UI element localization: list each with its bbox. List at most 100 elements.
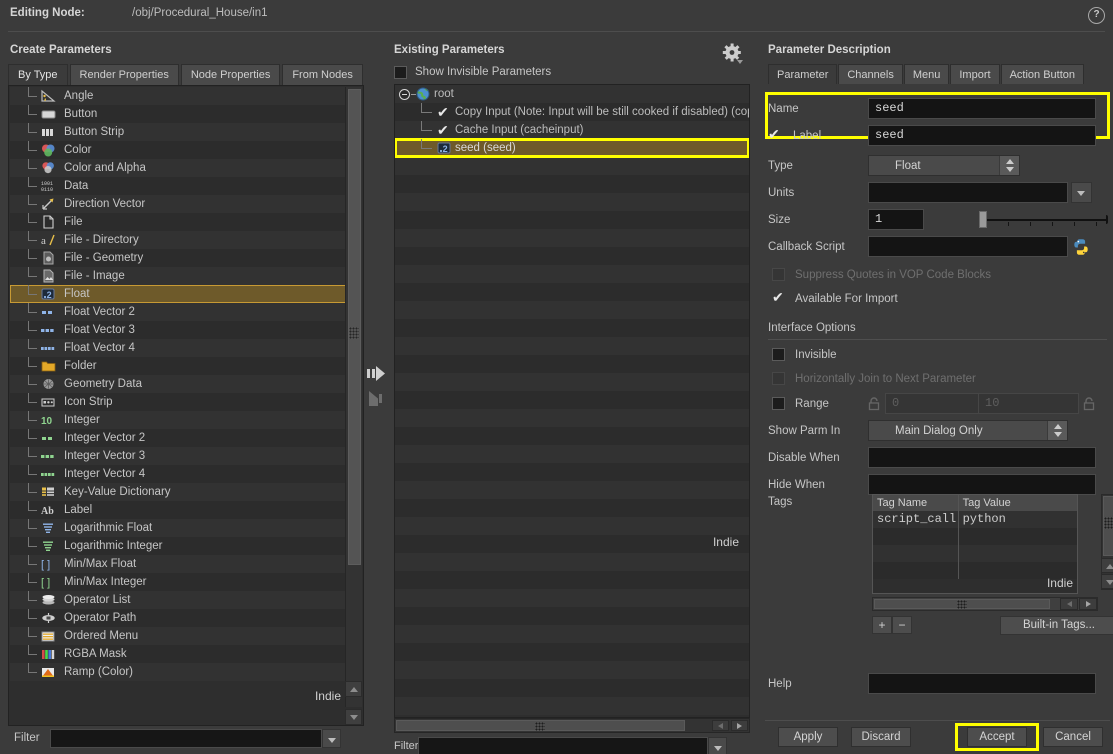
units-dropdown-icon[interactable] xyxy=(1071,182,1092,203)
size-slider[interactable] xyxy=(924,209,1113,230)
parameter-type-item-folder[interactable]: Folder xyxy=(10,357,346,375)
show-invisible-parameters-checkbox[interactable]: Show Invisible Parameters xyxy=(394,64,551,80)
range-max-input[interactable]: 10 xyxy=(979,393,1079,414)
parameter-type-item-direction-vector[interactable]: Direction Vector xyxy=(10,195,346,213)
parameter-type-item-file-geometry[interactable]: File - Geometry xyxy=(10,249,346,267)
remove-tag-button[interactable]: − xyxy=(892,616,912,634)
range-min-lock-icon[interactable] xyxy=(868,396,881,411)
type-spinner-icon[interactable] xyxy=(999,156,1019,175)
existing-parameter-copy[interactable]: ✔ Copy Input (Note: Input will be still c… xyxy=(395,103,749,121)
tag-value-cell[interactable]: python xyxy=(959,511,1077,528)
hide-when-input[interactable] xyxy=(868,474,1096,495)
parameter-type-item-float-vector-2[interactable]: Float Vector 2 xyxy=(10,303,346,321)
parameter-type-item-float-vector-3[interactable]: Float Vector 3 xyxy=(10,321,346,339)
range-max-lock-icon[interactable] xyxy=(1083,396,1096,411)
parameter-type-item-integer-vector-4[interactable]: Integer Vector 4 xyxy=(10,465,346,483)
size-input[interactable]: 1 xyxy=(868,209,924,230)
range-checkbox[interactable] xyxy=(772,397,785,410)
show-parm-in-spinner-icon[interactable] xyxy=(1047,421,1067,440)
tags-scroll-down-button[interactable] xyxy=(1101,574,1113,589)
parameter-type-item-key-value-dictionary[interactable]: Key-Value Dictionary xyxy=(10,483,346,501)
parameter-type-item-integer-vector-3[interactable]: Integer Vector 3 xyxy=(10,447,346,465)
hscroll-left-button[interactable] xyxy=(712,720,729,731)
parameter-type-item-angle[interactable]: Angle xyxy=(10,87,346,105)
label-enabled-checkbox[interactable] xyxy=(768,126,781,143)
scroll-up-button[interactable] xyxy=(345,681,362,697)
left-filter-input[interactable] xyxy=(50,728,322,748)
tab-render-properties[interactable]: Render Properties xyxy=(69,64,179,85)
parameter-type-item-file-image[interactable]: File - Image xyxy=(10,267,346,285)
parameter-type-list[interactable]: Angle Button Button Strip Color Color and Al… xyxy=(8,85,364,726)
tag-value-cell[interactable] xyxy=(959,528,1077,545)
parameter-type-item-ramp-color[interactable]: Ramp (Color) xyxy=(10,663,346,681)
parameter-type-item-integer[interactable]: 10 Integer xyxy=(10,411,346,429)
scroll-down-button[interactable] xyxy=(345,709,362,725)
accept-button[interactable]: Accept xyxy=(967,727,1027,747)
available-for-import-box[interactable] xyxy=(772,289,785,306)
tags-hscrollbar[interactable] xyxy=(872,597,1098,611)
tab-from-nodes[interactable]: From Nodes xyxy=(282,64,363,85)
range-label-group[interactable]: Range xyxy=(762,397,868,410)
parameter-type-item-data[interactable]: 1001 0110 Data xyxy=(10,177,346,195)
existing-parameter-root[interactable]: root xyxy=(395,85,749,103)
add-parameter-arrow-icon[interactable] xyxy=(366,362,388,412)
available-for-import-checkbox[interactable]: Available For Import xyxy=(762,286,898,311)
label-input[interactable]: seed xyxy=(868,125,1096,146)
units-input[interactable] xyxy=(868,182,1068,203)
builtin-tags-button[interactable]: Built-in Tags... xyxy=(1000,616,1113,635)
tab-action-button[interactable]: Action Button xyxy=(1000,64,1084,84)
range-min-input[interactable]: 0 xyxy=(885,393,979,414)
tags-vscroll-grip[interactable] xyxy=(1104,517,1113,529)
parameter-type-item-operator-list[interactable]: Operator List xyxy=(10,591,346,609)
tags-table[interactable]: Tag Name Tag Value script_call python Ind… xyxy=(872,494,1078,594)
size-slider-handle[interactable] xyxy=(979,211,987,228)
cancel-button[interactable]: Cancel xyxy=(1043,727,1103,747)
disable-when-input[interactable] xyxy=(868,447,1096,468)
tag-name-cell[interactable] xyxy=(873,528,959,545)
parameter-type-item-logarithmic-integer[interactable]: Logarithmic Integer xyxy=(10,537,346,555)
python-icon[interactable] xyxy=(1072,238,1090,256)
parameter-type-list-scrollbar[interactable] xyxy=(345,87,362,707)
parameter-type-item-operator-path[interactable]: Operator Path xyxy=(10,609,346,627)
parameter-type-item-button-strip[interactable]: Button Strip xyxy=(10,123,346,141)
hscroll-grip[interactable] xyxy=(535,722,545,731)
tags-table-row[interactable] xyxy=(873,528,1077,545)
hscroll-right-button[interactable] xyxy=(731,720,748,731)
tag-value-cell[interactable] xyxy=(959,545,1077,562)
tags-table-row[interactable] xyxy=(873,545,1077,562)
callback-script-input[interactable] xyxy=(868,236,1068,257)
existing-parameter-seed[interactable]: 2 seed (seed) xyxy=(395,138,749,158)
parameter-type-item-min-max-integer[interactable]: [ ] Min/Max Integer xyxy=(10,573,346,591)
add-tag-button[interactable]: + xyxy=(872,616,892,634)
parameter-type-item-button[interactable]: Button xyxy=(10,105,346,123)
tag-name-cell[interactable]: script_call xyxy=(873,511,959,528)
parameter-type-item-rgba-mask[interactable]: RGBA Mask xyxy=(10,645,346,663)
parameter-type-item-float-vector-4[interactable]: Float Vector 4 xyxy=(10,339,346,357)
parameter-type-item-file-directory[interactable]: a File - Directory xyxy=(10,231,346,249)
tags-hscroll-left-button[interactable] xyxy=(1060,598,1078,610)
middle-filter-dropdown-icon[interactable] xyxy=(708,736,728,754)
parameter-type-item-label[interactable]: Ab Label xyxy=(10,501,346,519)
show-parm-in-dropdown[interactable]: Main Dialog Only xyxy=(868,420,1068,441)
middle-filter-input[interactable] xyxy=(418,736,709,754)
parameter-type-item-icon-strip[interactable]: Icon Strip xyxy=(10,393,346,411)
parameter-type-item-geometry-data[interactable]: Geometry Data xyxy=(10,375,346,393)
parameter-type-item-logarithmic-float[interactable]: Logarithmic Float xyxy=(10,519,346,537)
left-filter-dropdown-icon[interactable] xyxy=(322,728,341,748)
parameter-type-item-min-max-float[interactable]: [ ] Min/Max Float xyxy=(10,555,346,573)
tab-channels[interactable]: Channels xyxy=(838,64,903,84)
tags-hscroll-right-button[interactable] xyxy=(1079,598,1097,610)
parameter-type-item-file[interactable]: File xyxy=(10,213,346,231)
existing-parameters-tree[interactable]: root ✔ Copy Input (Note: Input will be sti… xyxy=(394,84,750,718)
existing-parameter-cache[interactable]: ✔ Cache Input (cacheinput) xyxy=(395,121,749,139)
gear-icon[interactable] xyxy=(722,43,744,65)
scrollbar-grip[interactable] xyxy=(349,327,359,339)
parameter-type-item-float[interactable]: 2 Float xyxy=(10,285,346,303)
parameter-type-item-integer-vector-2[interactable]: Integer Vector 2 xyxy=(10,429,346,447)
name-input[interactable]: seed xyxy=(868,98,1096,119)
tab-node-properties[interactable]: Node Properties xyxy=(180,64,281,85)
parameter-type-item-ordered-menu[interactable]: Ordered Menu xyxy=(10,627,346,645)
tag-name-cell[interactable] xyxy=(873,545,959,562)
show-invisible-checkbox-box[interactable] xyxy=(394,65,407,79)
parameter-type-item-color[interactable]: Color xyxy=(10,141,346,159)
